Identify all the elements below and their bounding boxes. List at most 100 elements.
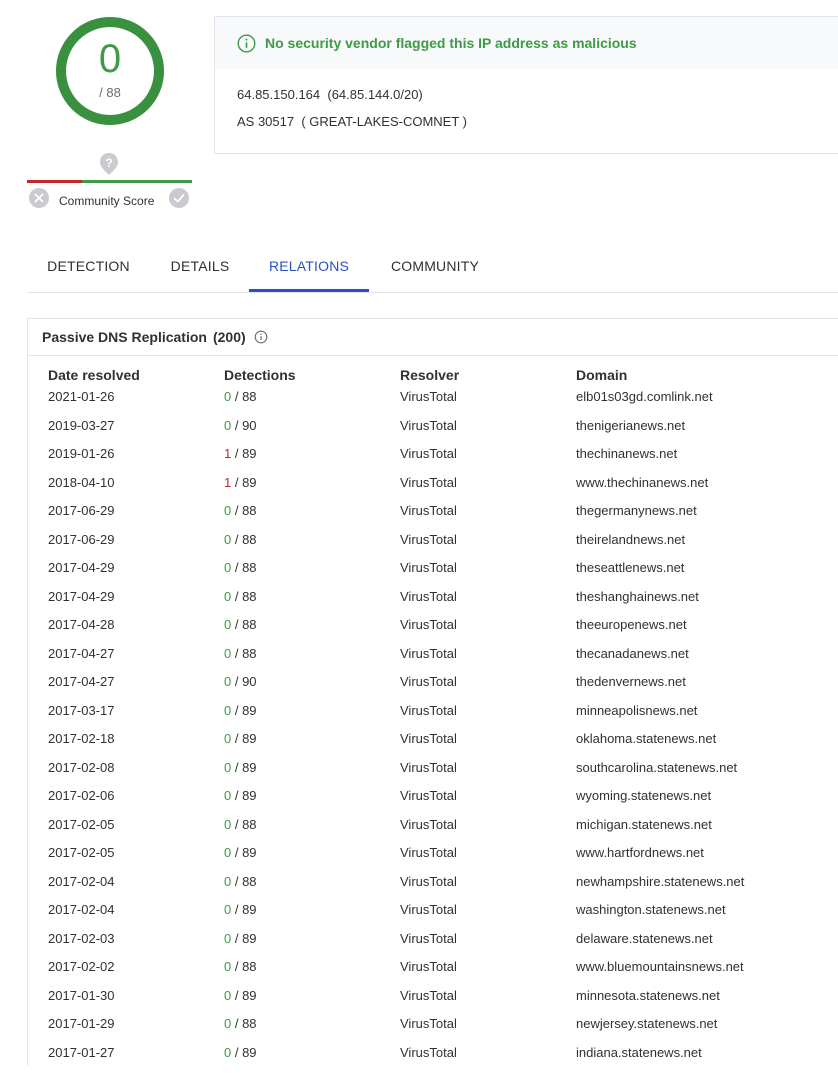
table-header-row: Date resolved Detections Resolver Domain — [48, 367, 828, 389]
date-resolved: 2017-06-29 — [48, 503, 115, 518]
autonomous-system: AS 30517 ( GREAT-LAKES-COMNET ) — [237, 114, 467, 129]
tab-community[interactable]: COMMUNITY — [379, 250, 491, 292]
detection-ratio: 0 / 89 — [224, 845, 257, 860]
tab-relations[interactable]: RELATIONS — [249, 250, 369, 292]
date-resolved: 2017-04-29 — [48, 560, 115, 575]
domain-link[interactable]: thechinanews.net — [576, 446, 677, 461]
resolver: VirusTotal — [400, 617, 457, 632]
table-row: 2017-06-290 / 88VirusTotaltheirelandnews… — [48, 532, 828, 561]
detection-total: / 89 — [231, 760, 256, 775]
table-row: 2017-02-08 0 / 89 VirusTotal southcarolina.… — [48, 760, 828, 789]
domain-link[interactable]: theirelandnews.net — [576, 532, 685, 547]
domain-link[interactable]: newjersey.statenews.net — [576, 1016, 717, 1031]
date-resolved: 2017-02-04 — [48, 902, 115, 917]
domain-link[interactable]: thenigerianews.net — [576, 418, 685, 433]
detection-ratio: 0 / 89 — [224, 731, 257, 746]
check-icon — [169, 188, 189, 208]
table-row: 2017-04-28 0 / 88 VirusTotal theeuropenews.… — [48, 617, 828, 646]
domain-link[interactable]: www.bluemountainsnews.net — [576, 959, 744, 974]
table-row: 2017-02-040 / 88VirusTotalnewhampshire.s… — [48, 874, 828, 903]
resolver: VirusTotal — [400, 959, 457, 974]
column-header-resolver[interactable]: Resolver — [400, 367, 459, 383]
domain-link[interactable]: thegermanynews.net — [576, 503, 697, 518]
resolver: VirusTotal — [400, 817, 457, 832]
passive-dns-table: Date resolved Detections Resolver Domain… — [48, 367, 828, 1073]
detection-ratio: 0 / 89 — [224, 760, 257, 775]
date-resolved: 2018-04-10 — [48, 475, 115, 490]
detection-score-ring: 0 / 88 — [54, 15, 166, 127]
detection-total: / 88 — [231, 959, 256, 974]
info-icon[interactable] — [254, 330, 268, 344]
detection-total: / 89 — [231, 788, 256, 803]
domain-link[interactable]: theeuropenews.net — [576, 617, 687, 632]
table-row: 2017-04-290 / 88VirusTotaltheshanghainew… — [48, 589, 828, 618]
domain-link[interactable]: michigan.statenews.net — [576, 817, 712, 832]
detection-ratio: 0 / 88 — [224, 959, 257, 974]
domain-link[interactable]: www.hartfordnews.net — [576, 845, 704, 860]
detection-ratio: 0 / 89 — [224, 1045, 257, 1060]
resolver: VirusTotal — [400, 418, 457, 433]
table-row: 2017-02-180 / 89VirusTotaloklahoma.state… — [48, 731, 828, 760]
domain-link[interactable]: www.thechinanews.net — [576, 475, 708, 490]
domain-link[interactable]: delaware.statenews.net — [576, 931, 713, 946]
vote-harmless-button[interactable] — [169, 188, 189, 208]
detection-total: / 88 — [231, 589, 256, 604]
detection-total: / 88 — [231, 646, 256, 661]
detection-ratio: 0 / 89 — [224, 703, 257, 718]
ip-address-range: 64.85.150.164 (64.85.144.0/20) — [237, 87, 423, 102]
date-resolved: 2017-02-18 — [48, 731, 115, 746]
domain-link[interactable]: indiana.statenews.net — [576, 1045, 702, 1060]
passive-dns-header: Passive DNS Replication (200) — [28, 319, 838, 356]
detection-total: / 90 — [231, 418, 256, 433]
domain-link[interactable]: minnesota.statenews.net — [576, 988, 720, 1003]
domain-link[interactable]: southcarolina.statenews.net — [576, 760, 737, 775]
table-row: 2017-02-030 / 89VirusTotaldelaware.state… — [48, 931, 828, 960]
resolver: VirusTotal — [400, 446, 457, 461]
domain-link[interactable]: theshanghainews.net — [576, 589, 699, 604]
detection-ratio: 0 / 88 — [224, 646, 257, 661]
date-resolved: 2017-03-17 — [48, 703, 115, 718]
date-resolved: 2017-02-06 — [48, 788, 115, 803]
domain-link[interactable]: minneapolisnews.net — [576, 703, 697, 718]
domain-link[interactable]: thedenvernews.net — [576, 674, 686, 689]
date-resolved: 2019-01-26 — [48, 446, 115, 461]
score-value: 0 — [54, 39, 166, 79]
date-resolved: 2017-02-02 — [48, 959, 115, 974]
detection-total: / 89 — [231, 902, 256, 917]
domain-link[interactable]: washington.statenews.net — [576, 902, 726, 917]
column-header-domain[interactable]: Domain — [576, 367, 627, 383]
detection-total: / 89 — [231, 446, 256, 461]
resolver: VirusTotal — [400, 503, 457, 518]
date-resolved: 2017-04-28 — [48, 617, 115, 632]
domain-link[interactable]: theseattlenews.net — [576, 560, 684, 575]
detection-total: / 89 — [231, 703, 256, 718]
community-score-positive-bar — [82, 180, 192, 183]
domain-link[interactable]: wyoming.statenews.net — [576, 788, 711, 803]
detection-total: / 89 — [231, 988, 256, 1003]
status-banner: No security vendor flagged this IP addre… — [215, 17, 838, 69]
detection-total: / 88 — [231, 532, 256, 547]
detection-ratio: 0 / 88 — [224, 560, 257, 575]
column-header-detections[interactable]: Detections — [224, 367, 296, 383]
tab-detection[interactable]: DETECTION — [27, 250, 150, 292]
date-resolved: 2017-01-29 — [48, 1016, 115, 1031]
detection-ratio: 0 / 88 — [224, 617, 257, 632]
vote-harmful-button[interactable] — [29, 188, 49, 208]
domain-link[interactable]: newhampshire.statenews.net — [576, 874, 744, 889]
passive-dns-card: Passive DNS Replication (200) Date resol… — [27, 318, 838, 1066]
community-score: ? Community Score — [27, 152, 193, 212]
date-resolved: 2017-01-27 — [48, 1045, 115, 1060]
resolver: VirusTotal — [400, 674, 457, 689]
domain-link[interactable]: thecanadanews.net — [576, 646, 689, 661]
column-header-date[interactable]: Date resolved — [48, 367, 140, 383]
table-row: 2017-01-300 / 89VirusTotalminnesota.stat… — [48, 988, 828, 1017]
resolver: VirusTotal — [400, 760, 457, 775]
domain-link[interactable]: elb01s03gd.comlink.net — [576, 389, 713, 404]
tab-details[interactable]: DETAILS — [150, 250, 250, 292]
table-row: 2017-01-290 / 88VirusTotalnewjersey.stat… — [48, 1016, 828, 1045]
resolver: VirusTotal — [400, 532, 457, 547]
resolver: VirusTotal — [400, 902, 457, 917]
date-resolved: 2017-02-08 — [48, 760, 115, 775]
domain-link[interactable]: oklahoma.statenews.net — [576, 731, 716, 746]
date-resolved: 2017-06-29 — [48, 532, 115, 547]
